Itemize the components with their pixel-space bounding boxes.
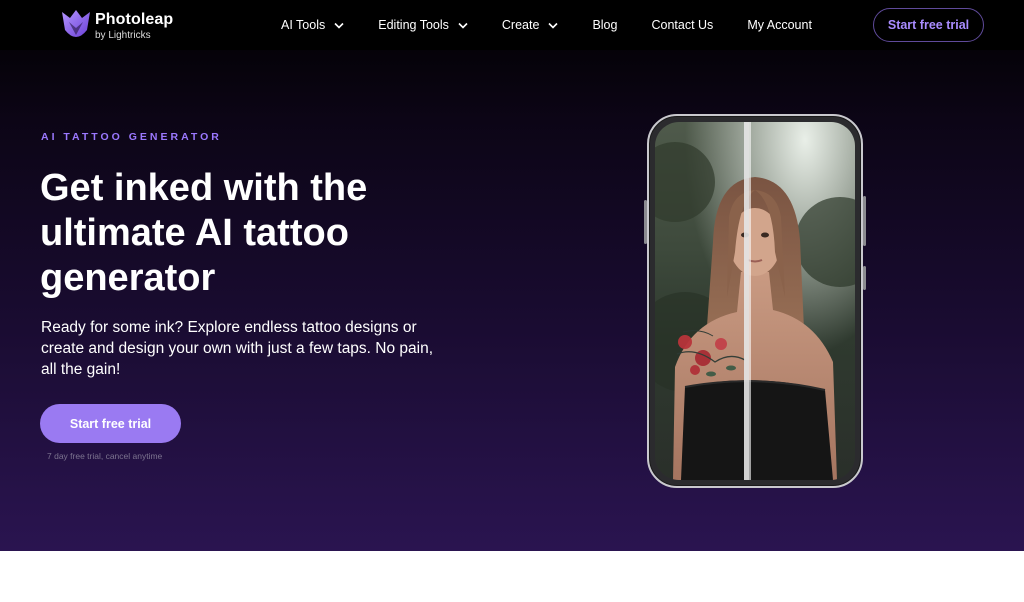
nav-item-label: My Account xyxy=(747,18,812,32)
nav-item-editing-tools[interactable]: Editing Tools xyxy=(378,18,468,32)
trial-note: 7 day free trial, cancel anytime xyxy=(47,451,163,461)
hero-subcopy: Ready for some ink? Explore endless tatt… xyxy=(41,319,434,378)
nav-item-my-account[interactable]: My Account xyxy=(747,18,812,32)
brand-logo[interactable]: Photoleap by Lightricks xyxy=(59,7,199,45)
phone-side-button xyxy=(644,200,647,244)
chevron-down-icon xyxy=(334,22,344,29)
top-navigation: Photoleap by Lightricks AI Tools Editing… xyxy=(0,0,1024,50)
before-after-image xyxy=(655,122,855,480)
hero-headline: Get inked with the ultimate AI tattoo ge… xyxy=(40,167,368,299)
chevron-down-icon xyxy=(458,22,468,29)
brand-subtitle: by Lightricks xyxy=(95,29,151,41)
phone-side-button xyxy=(863,196,866,246)
phone-mockup xyxy=(644,114,866,488)
brand-name: Photoleap xyxy=(95,10,174,28)
nav-item-blog[interactable]: Blog xyxy=(592,18,617,32)
nav-item-label: Contact Us xyxy=(651,18,714,32)
page-below-hero xyxy=(0,551,1024,602)
nav-item-label: Editing Tools xyxy=(378,18,449,32)
nav-item-contact-us[interactable]: Contact Us xyxy=(651,18,713,32)
phone-side-button xyxy=(863,266,866,290)
photoleap-logo-icon xyxy=(62,10,90,37)
chevron-down-icon xyxy=(548,22,559,29)
hero-start-trial-button[interactable]: Start free trial xyxy=(40,404,181,443)
hero-section: Photoleap by Lightricks AI Tools Editing… xyxy=(0,0,1024,551)
nav-item-label: Blog xyxy=(592,18,618,32)
nav-item-label: Create xyxy=(501,18,540,32)
nav-item-create[interactable]: Create xyxy=(502,18,559,32)
nav-item-ai-tools[interactable]: AI Tools xyxy=(281,18,344,32)
main-menu: AI Tools Editing Tools Create Blog Conta… xyxy=(281,16,846,34)
hero-eyebrow: AI TATTOO GENERATOR xyxy=(41,131,222,143)
nav-start-trial-button[interactable]: Start free trial xyxy=(873,8,984,42)
nav-item-label: AI Tools xyxy=(281,18,326,32)
tattoo-portrait-illustration xyxy=(655,122,855,480)
